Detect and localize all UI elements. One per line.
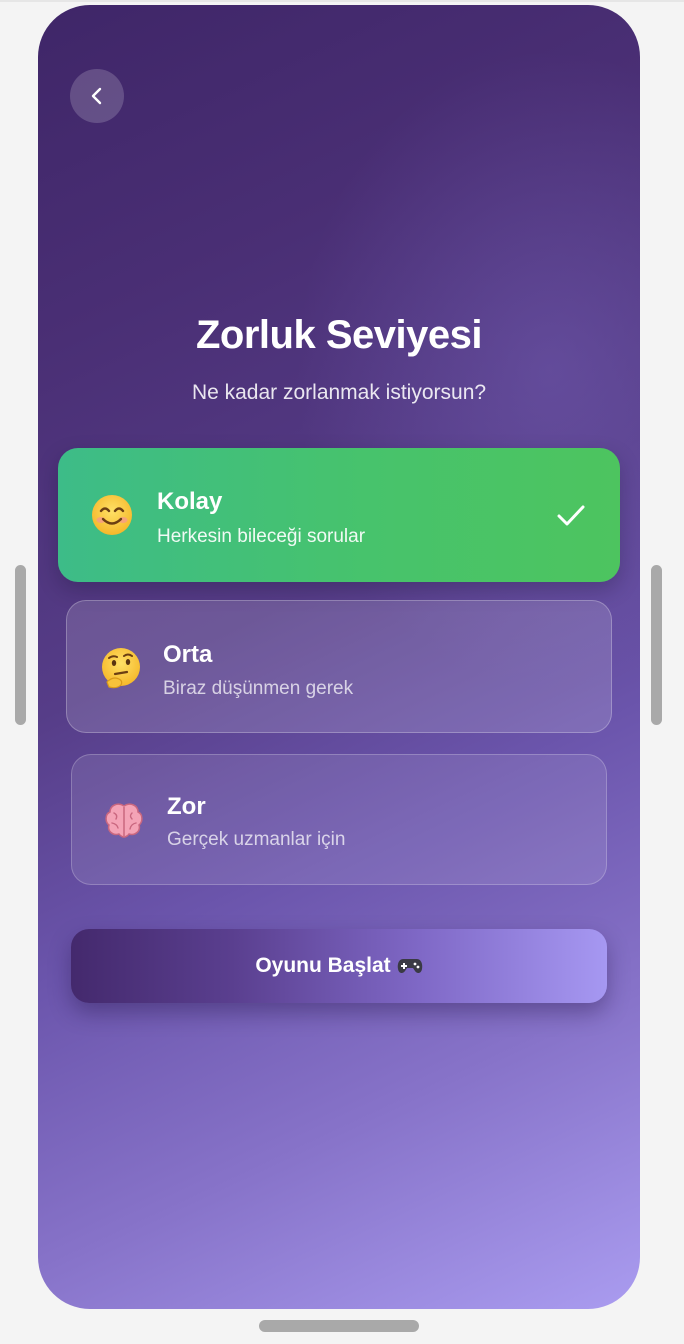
app-screen: Zorluk Seviyesi Ne kadar zorlanmak istiy…: [38, 5, 640, 1309]
option-description: Herkesin bileceği sorular: [157, 526, 366, 547]
option-description: Biraz düşünmen gerek: [163, 678, 354, 699]
page-title: Zorluk Seviyesi: [196, 313, 482, 357]
chevron-left-icon: [91, 87, 102, 105]
option-title: Orta: [163, 641, 213, 668]
home-indicator: [259, 1320, 419, 1332]
game-controller-icon: [397, 959, 422, 974]
device-frame: Zorluk Seviyesi Ne kadar zorlanmak istiy…: [0, 0, 684, 1344]
brain-icon: [105, 803, 143, 838]
option-description: Gerçek uzmanlar için: [167, 829, 346, 850]
device-side-button-right: [651, 565, 662, 725]
difficulty-option-hard[interactable]: Zor Gerçek uzmanlar için: [71, 754, 607, 885]
back-button[interactable]: [70, 69, 124, 123]
difficulty-option-medium[interactable]: Orta Biraz düşünmen gerek: [66, 600, 612, 733]
option-title: Kolay: [157, 488, 223, 515]
start-game-button[interactable]: Oyunu Başlat: [71, 929, 607, 1003]
checkmark-icon: [557, 505, 585, 526]
page-subtitle: Ne kadar zorlanmak istiyorsun?: [191, 381, 487, 404]
difficulty-option-easy[interactable]: Kolay Herkesin bileceği sorular: [58, 448, 620, 582]
thinking-face-icon: [102, 648, 140, 689]
start-game-label: Oyunu Başlat: [255, 954, 391, 977]
smiling-face-icon: [92, 495, 132, 535]
device-side-button-left: [15, 565, 26, 725]
top-edge: [0, 0, 684, 2]
option-title: Zor: [167, 793, 206, 820]
